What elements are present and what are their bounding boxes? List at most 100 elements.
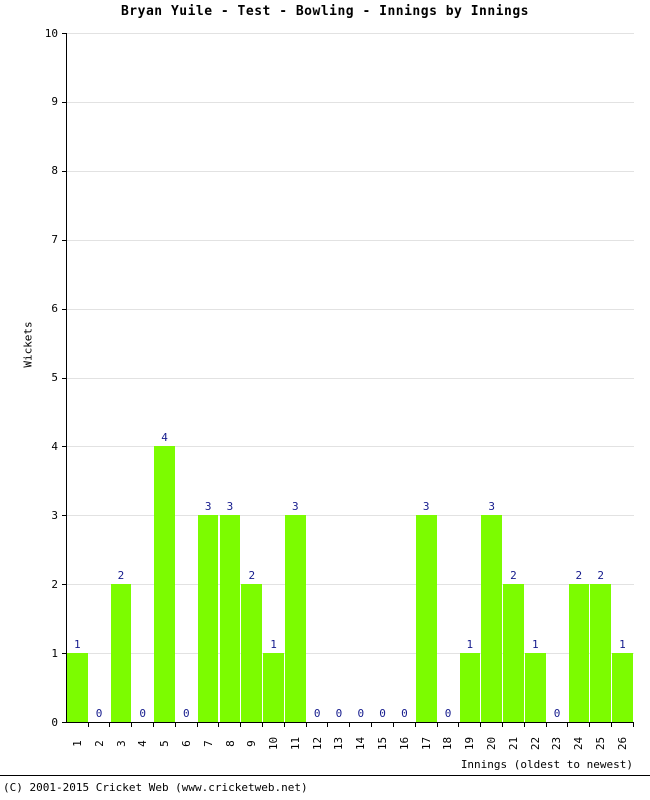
bar-value-label: 0 [313, 707, 321, 720]
bar-slot[interactable]: 0 [329, 33, 350, 722]
x-axis-tick-label: 14 [351, 729, 372, 759]
bar-slot[interactable]: 0 [394, 33, 415, 722]
bar[interactable] [524, 653, 546, 722]
bar[interactable] [590, 584, 611, 722]
bar-value-label: 0 [553, 707, 561, 720]
bar-value-label: 1 [466, 638, 474, 652]
x-axis-tick [131, 722, 133, 727]
x-axis-tick-label-text: 3 [114, 740, 128, 747]
bar-slot[interactable]: 0 [176, 33, 197, 722]
bar[interactable] [110, 584, 132, 722]
x-axis-tick [305, 722, 307, 727]
x-axis-tick [371, 722, 373, 727]
bar-slot[interactable]: 2 [241, 33, 263, 722]
x-axis-tick [501, 722, 503, 727]
bar[interactable] [241, 584, 263, 722]
x-axis-tick-label: 9 [241, 729, 262, 759]
x-axis-tick-label-text: 7 [201, 740, 215, 747]
x-axis-tick-label: 3 [111, 729, 132, 759]
bar-slot[interactable]: 3 [285, 33, 306, 722]
x-axis-tick-label-text: 21 [506, 736, 520, 751]
bar[interactable] [568, 584, 590, 722]
x-axis-tick-label-text: 4 [136, 740, 150, 747]
y-axis-tick-label: 8 [51, 164, 58, 178]
x-axis-tick-label-text: 10 [267, 736, 281, 751]
y-axis-tick-label: 7 [51, 233, 58, 247]
bar-slot[interactable]: 0 [438, 33, 459, 722]
bar-slot[interactable]: 2 [590, 33, 611, 722]
bar-value-label: 1 [73, 638, 81, 652]
bar-value-label: 3 [226, 500, 234, 514]
x-axis-tick-label-text: 11 [288, 736, 302, 751]
y-axis-tick-label: 2 [51, 577, 58, 591]
bar[interactable] [503, 584, 524, 722]
x-axis-tick [153, 722, 155, 727]
chart-title: Bryan Yuile - Test - Bowling - Innings b… [120, 4, 529, 19]
bar-slot[interactable]: 0 [89, 33, 110, 722]
bar-slot[interactable]: 0 [351, 33, 372, 722]
bar-value-label: 4 [161, 431, 168, 445]
x-axis-tick [109, 722, 111, 727]
x-axis-tick-label: 4 [132, 729, 153, 759]
x-axis-tick-label-text: 15 [376, 736, 390, 751]
bar-slot[interactable]: 3 [415, 33, 437, 722]
bar-value-label: 2 [597, 569, 604, 583]
x-axis-tick [458, 722, 460, 727]
bar[interactable] [285, 515, 306, 722]
bar-value-label: 0 [95, 707, 103, 720]
bar-slot[interactable]: 1 [612, 33, 633, 722]
bar-slot[interactable]: 3 [481, 33, 502, 722]
bar-value-label: 3 [292, 500, 299, 514]
x-axis-tick-label: 11 [285, 729, 306, 759]
bar-slot[interactable]: 0 [307, 33, 328, 722]
x-axis-tick-label: 19 [460, 729, 481, 759]
x-axis-tick [196, 722, 198, 727]
y-axis-tick-label: 3 [51, 508, 58, 522]
bar-slot[interactable]: 1 [524, 33, 546, 722]
bar-value-label: 0 [183, 707, 190, 720]
bar[interactable] [481, 515, 502, 722]
bar[interactable] [612, 653, 633, 722]
bar[interactable] [154, 446, 175, 722]
x-axis-tick-label: 6 [176, 729, 197, 759]
bar[interactable] [263, 653, 284, 722]
bar-value-label: 0 [444, 707, 452, 720]
bar-slot[interactable]: 0 [372, 33, 393, 722]
bar-value-label: 2 [575, 569, 583, 583]
x-axis-tick [392, 722, 394, 727]
bar-slot[interactable]: 1 [459, 33, 481, 722]
bar-slot[interactable]: 0 [547, 33, 568, 722]
bar-slot[interactable]: 2 [110, 33, 132, 722]
bar[interactable] [67, 653, 88, 722]
x-axis-tick [480, 722, 482, 727]
bar-value-label: 0 [335, 707, 343, 720]
x-axis-tick-label-text: 22 [528, 736, 542, 751]
bar-slot[interactable]: 2 [503, 33, 524, 722]
x-axis-title: Innings (oldest to newest) [460, 758, 633, 771]
bar-slot[interactable]: 2 [568, 33, 590, 722]
bar-value-label: 2 [248, 569, 256, 583]
bar-value-label: 0 [401, 707, 408, 720]
x-axis-tick-label-text: 2 [92, 740, 106, 747]
bar-slot[interactable]: 0 [132, 33, 153, 722]
x-axis-tick-label: 21 [503, 729, 524, 759]
bar[interactable] [415, 515, 437, 722]
copyright-notice: (C) 2001-2015 Cricket Web (www.cricketwe… [3, 781, 308, 794]
bar-value-label: 1 [619, 638, 626, 652]
bar[interactable] [219, 515, 241, 722]
x-axis-tick-label-text: 20 [485, 736, 499, 751]
bar-slot[interactable]: 1 [67, 33, 88, 722]
bar-value-label: 3 [488, 500, 495, 514]
bar[interactable] [459, 653, 481, 722]
x-axis-tick-label: 1 [67, 729, 88, 759]
y-axis-tick-label: 4 [51, 439, 58, 453]
bar-slot[interactable]: 1 [263, 33, 284, 722]
bar[interactable] [197, 515, 219, 722]
x-axis-tick-label-text: 9 [245, 740, 259, 747]
bar-slot[interactable]: 3 [197, 33, 219, 722]
x-axis-tick [283, 722, 285, 727]
y-axis-tick-label: 1 [51, 646, 58, 660]
bar-value-label: 1 [531, 638, 539, 652]
bar-slot[interactable]: 4 [154, 33, 175, 722]
bar-slot[interactable]: 3 [219, 33, 241, 722]
